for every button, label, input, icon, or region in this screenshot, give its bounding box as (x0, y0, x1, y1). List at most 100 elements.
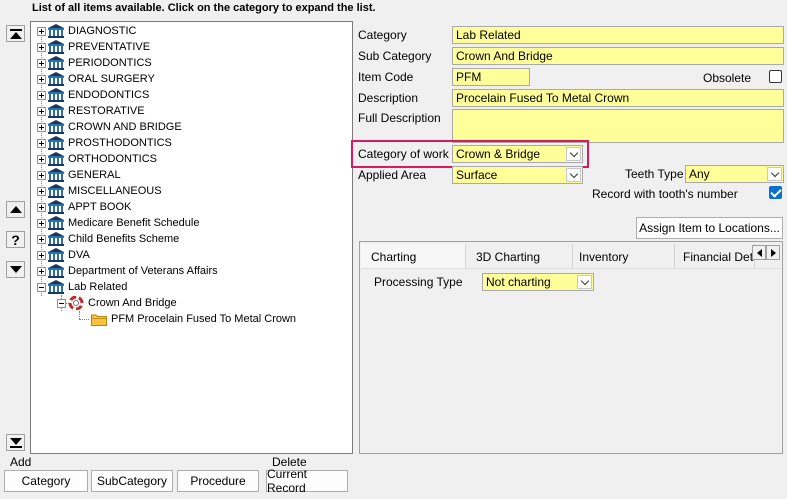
expand-icon[interactable] (37, 202, 46, 212)
collapse-icon[interactable] (37, 282, 46, 292)
move-up-button[interactable] (6, 201, 25, 218)
move-bottom-button[interactable] (6, 434, 25, 451)
tree-category-oral-surgery[interactable]: ORAL SURGERY (37, 71, 155, 87)
record-tooth-label: Record with tooth's number (592, 187, 738, 201)
expand-icon[interactable] (37, 250, 46, 260)
tree-item-pfm[interactable]: PFM Procelain Fused To Metal Crown (91, 311, 296, 327)
add-category-button[interactable]: Category (4, 470, 88, 492)
tree-category-miscellaneous[interactable]: MISCELLANEOUS (37, 183, 162, 199)
arrow-down-icon (9, 266, 22, 273)
expand-icon[interactable] (37, 154, 46, 164)
expand-icon[interactable] (37, 186, 46, 196)
help-button[interactable]: ? (6, 231, 25, 248)
tree-category-veterans-affairs[interactable]: Department of Veterans Affairs (37, 263, 218, 279)
expand-icon[interactable] (37, 218, 46, 228)
expand-icon[interactable] (37, 170, 46, 180)
assign-locations-button[interactable]: Assign Item to Locations... (636, 217, 783, 239)
expand-icon[interactable] (37, 266, 46, 276)
subcategory-field[interactable]: Crown And Bridge (452, 47, 784, 65)
move-top-button[interactable] (6, 25, 25, 42)
tree-category-endodontics[interactable]: ENDODONTICS (37, 87, 149, 103)
chevron-down-icon[interactable] (566, 168, 581, 182)
category-icon (48, 40, 64, 54)
item-tree[interactable]: DIAGNOSTIC PREVENTATIVE PERIODONTICS ORA… (30, 21, 353, 454)
tab-inventory[interactable]: Inventory (569, 244, 675, 269)
tree-category-crown-and-bridge[interactable]: CROWN AND BRIDGE (37, 119, 182, 135)
expand-icon[interactable] (37, 42, 46, 52)
arrow-left-icon (756, 248, 762, 257)
instructions-text: List of all items available. Click on th… (32, 2, 376, 14)
chevron-down-icon[interactable] (566, 147, 581, 161)
subcategory-label: Sub Category (358, 49, 432, 63)
expand-icon[interactable] (37, 74, 46, 84)
description-label: Description (358, 91, 419, 105)
tree-category-prosthodontics[interactable]: PROSTHODONTICS (37, 135, 172, 151)
add-procedure-button[interactable]: Procedure (177, 470, 259, 492)
move-bottom-icon (9, 437, 22, 445)
tree-category-preventative[interactable]: PREVENTATIVE (37, 39, 150, 55)
tree-category-diagnostic[interactable]: DIAGNOSTIC (37, 23, 136, 39)
record-tooth-checkbox[interactable] (769, 186, 782, 199)
obsolete-label: Obsolete (703, 71, 752, 85)
category-icon (48, 232, 64, 246)
full-description-field[interactable] (452, 109, 784, 143)
applied-area-dropdown[interactable]: Surface (452, 166, 583, 184)
question-mark-icon: ? (11, 231, 20, 248)
category-icon (48, 248, 64, 262)
processing-type-dropdown[interactable]: Not charting (482, 273, 594, 291)
tree-category-appt-book[interactable]: APPT BOOK (37, 199, 131, 215)
add-group-label: Add (10, 455, 32, 469)
category-of-work-dropdown[interactable]: Crown & Bridge (452, 145, 583, 163)
add-subcategory-button[interactable]: SubCategory (91, 470, 173, 492)
tab-financial-details[interactable]: Financial Details (673, 244, 755, 269)
chevron-down-icon[interactable] (577, 275, 592, 289)
category-icon (48, 184, 64, 198)
tab-charting[interactable]: Charting (361, 244, 466, 269)
chevron-down-icon[interactable] (767, 167, 782, 181)
category-icon (48, 104, 64, 118)
tree-category-child-benefits[interactable]: Child Benefits Scheme (37, 231, 179, 247)
category-icon (48, 56, 64, 70)
tree-category-restorative[interactable]: RESTORATIVE (37, 103, 145, 119)
tab-scroll-right[interactable] (766, 245, 780, 260)
applied-area-label: Applied Area (358, 168, 427, 182)
category-icon (48, 88, 64, 102)
tree-category-dva[interactable]: DVA (37, 247, 90, 263)
category-label: Category (358, 28, 407, 42)
expand-icon[interactable] (37, 26, 46, 36)
arrow-right-icon (770, 248, 776, 257)
delete-current-record-button[interactable]: Current Record (266, 467, 348, 495)
category-icon (48, 24, 64, 38)
obsolete-checkbox[interactable] (769, 70, 782, 83)
tree-category-periodontics[interactable]: PERIODONTICS (37, 55, 152, 71)
expand-icon[interactable] (37, 138, 46, 148)
expand-icon[interactable] (37, 90, 46, 100)
category-icon (48, 168, 64, 182)
teeth-type-dropdown[interactable]: Any (685, 165, 784, 183)
description-field[interactable]: Procelain Fused To Metal Crown (452, 89, 784, 107)
lifebuoy-icon (68, 296, 84, 310)
expand-icon[interactable] (37, 58, 46, 68)
teeth-type-label: Teeth Type (625, 167, 684, 181)
tree-category-lab-related[interactable]: Lab Related (37, 279, 127, 295)
category-icon (48, 120, 64, 134)
arrow-up-icon (9, 206, 22, 213)
tree-subcategory-crown-and-bridge[interactable]: Crown And Bridge (57, 295, 177, 311)
category-of-work-label: Category of work (358, 147, 449, 161)
tree-category-general[interactable]: GENERAL (37, 167, 121, 183)
collapse-icon[interactable] (57, 298, 66, 308)
category-field[interactable]: Lab Related (452, 26, 784, 44)
folder-icon (91, 314, 107, 326)
expand-icon[interactable] (37, 106, 46, 116)
expand-icon[interactable] (37, 234, 46, 244)
category-icon (48, 136, 64, 150)
tree-category-medicare[interactable]: Medicare Benefit Schedule (37, 215, 199, 231)
tree-category-orthodontics[interactable]: ORTHODONTICS (37, 151, 157, 167)
tab-scroll-left[interactable] (752, 245, 766, 260)
expand-icon[interactable] (37, 122, 46, 132)
category-icon (48, 216, 64, 230)
move-down-button[interactable] (6, 261, 25, 278)
item-code-field[interactable]: PFM (452, 68, 530, 86)
tab-3d-charting[interactable]: 3D Charting (466, 244, 573, 269)
category-icon (48, 264, 64, 278)
